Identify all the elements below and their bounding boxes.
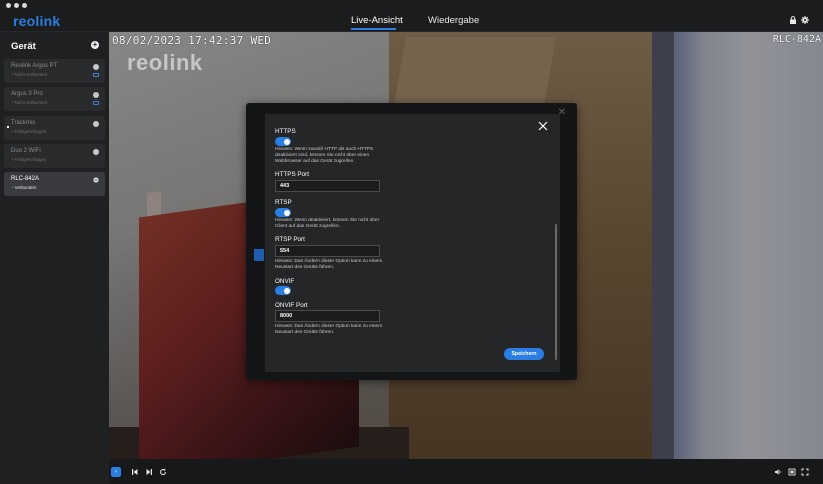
save-button[interactable]: Speichern bbox=[504, 348, 544, 360]
device-status: Fehlgeschlagen bbox=[12, 157, 47, 162]
previous-icon[interactable] bbox=[130, 468, 139, 477]
close-window-dot[interactable] bbox=[6, 3, 11, 8]
lock-icon[interactable] bbox=[789, 16, 797, 24]
device-info-icon[interactable] bbox=[93, 121, 99, 127]
device-status: Nicht verbunden bbox=[12, 72, 48, 77]
https-port-label: HTTPS Port bbox=[275, 171, 309, 178]
device-name: Trackmix bbox=[11, 120, 36, 126]
dialog-scrollbar[interactable] bbox=[555, 224, 557, 360]
network-settings-dialog: HTTPS Hinweis: Wenn sowohl HTTP als auch… bbox=[265, 114, 560, 372]
battery-icon bbox=[93, 101, 99, 105]
sidebar-title: Gerät bbox=[11, 41, 36, 52]
device-name: Duo 2 WiFi bbox=[11, 148, 41, 154]
minimize-window-dot[interactable] bbox=[14, 3, 19, 8]
osd-timestamp: 08/02/2023 17:42:37 WED bbox=[112, 34, 272, 47]
tab-live-view[interactable]: Live-Ansicht bbox=[351, 15, 403, 30]
rtsp-port-hint: Hinweis: Das Ändern dieser Option kann z… bbox=[275, 259, 383, 270]
onvif-label: ONVIF bbox=[275, 278, 295, 285]
device-item-duo-2-wifi[interactable]: Duo 2 WiFi Fehlgeschlagen bbox=[4, 144, 105, 168]
device-item-reolink-argus-pt[interactable]: Reolink Argus PT Nicht verbunden bbox=[4, 59, 105, 83]
title-bar: reolink Live-Ansicht Wiedergabe bbox=[0, 0, 823, 32]
onvif-port-input[interactable]: 8000 bbox=[275, 310, 380, 322]
device-status: Fehlgeschlagen bbox=[12, 129, 47, 134]
device-info-icon[interactable] bbox=[93, 64, 99, 70]
device-item-trackmix[interactable]: Trackmix Fehlgeschlagen bbox=[4, 116, 105, 140]
rtsp-hint: Hinweis: Wenn deaktiviert, können Sie ni… bbox=[275, 218, 380, 229]
window-controls bbox=[6, 3, 27, 8]
bottom-toolbar: ‹ bbox=[109, 459, 823, 484]
onvif-toggle[interactable] bbox=[275, 286, 291, 295]
device-status: Verbunden bbox=[12, 185, 37, 190]
onvif-port-hint: Hinweis: Das Ändern dieser Option kann z… bbox=[275, 324, 383, 335]
reolink-watermark: reolink bbox=[127, 50, 203, 75]
device-item-rlc-842a[interactable]: RLC-842A Verbunden bbox=[4, 172, 105, 196]
selection-marker bbox=[7, 126, 9, 128]
osd-camera-name: RLC-842A bbox=[772, 34, 821, 45]
close-icon[interactable] bbox=[538, 121, 548, 134]
tab-live-view-label: Live-Ansicht bbox=[351, 15, 403, 26]
device-name: Reolink Argus PT bbox=[11, 63, 58, 69]
fullscreen-icon[interactable] bbox=[800, 468, 809, 477]
https-toggle[interactable] bbox=[275, 137, 291, 146]
device-sidebar: Gerät + Reolink Argus PT Nicht verbunden… bbox=[0, 32, 109, 484]
refresh-icon[interactable] bbox=[158, 468, 167, 477]
app-window: reolink Live-Ansicht Wiedergabe Gerät + … bbox=[0, 0, 823, 484]
next-icon[interactable] bbox=[144, 468, 153, 477]
https-port-input[interactable]: 443 bbox=[275, 180, 380, 192]
reolink-logo: reolink bbox=[13, 13, 61, 29]
rtsp-toggle[interactable] bbox=[275, 208, 291, 217]
onvif-port-label: ONVIF Port bbox=[275, 302, 308, 309]
battery-icon bbox=[93, 73, 99, 77]
tab-playback-label: Wiedergabe bbox=[428, 15, 480, 26]
rtsp-port-input[interactable]: 554 bbox=[275, 245, 380, 257]
device-name: RLC-842A bbox=[11, 176, 40, 182]
https-hint: Hinweis: Wenn sowohl HTTP als auch HTTPS… bbox=[275, 147, 374, 164]
add-device-button[interactable]: + bbox=[91, 41, 99, 49]
settings-gear-icon[interactable] bbox=[801, 16, 809, 24]
tab-playback[interactable]: Wiedergabe bbox=[428, 15, 479, 26]
maximize-window-dot[interactable] bbox=[22, 3, 27, 8]
collapse-sidebar-button[interactable]: ‹ bbox=[111, 467, 121, 477]
device-name: Argus 3 Pro bbox=[11, 91, 43, 97]
device-status: Nicht verbunden bbox=[12, 100, 48, 105]
volume-icon[interactable] bbox=[773, 468, 782, 477]
rtsp-port-label: RTSP Port bbox=[275, 236, 305, 243]
device-info-icon[interactable] bbox=[93, 149, 99, 155]
background-modal-accent bbox=[254, 249, 264, 261]
https-label: HTTPS bbox=[275, 128, 296, 135]
rtsp-label: RTSP bbox=[275, 199, 292, 206]
device-info-icon[interactable] bbox=[93, 92, 99, 98]
device-settings-gear-icon[interactable] bbox=[93, 177, 99, 183]
layout-icon[interactable] bbox=[787, 468, 796, 477]
device-item-argus-3-pro[interactable]: Argus 3 Pro Nicht verbunden bbox=[4, 87, 105, 111]
active-tab-underline bbox=[351, 28, 396, 30]
